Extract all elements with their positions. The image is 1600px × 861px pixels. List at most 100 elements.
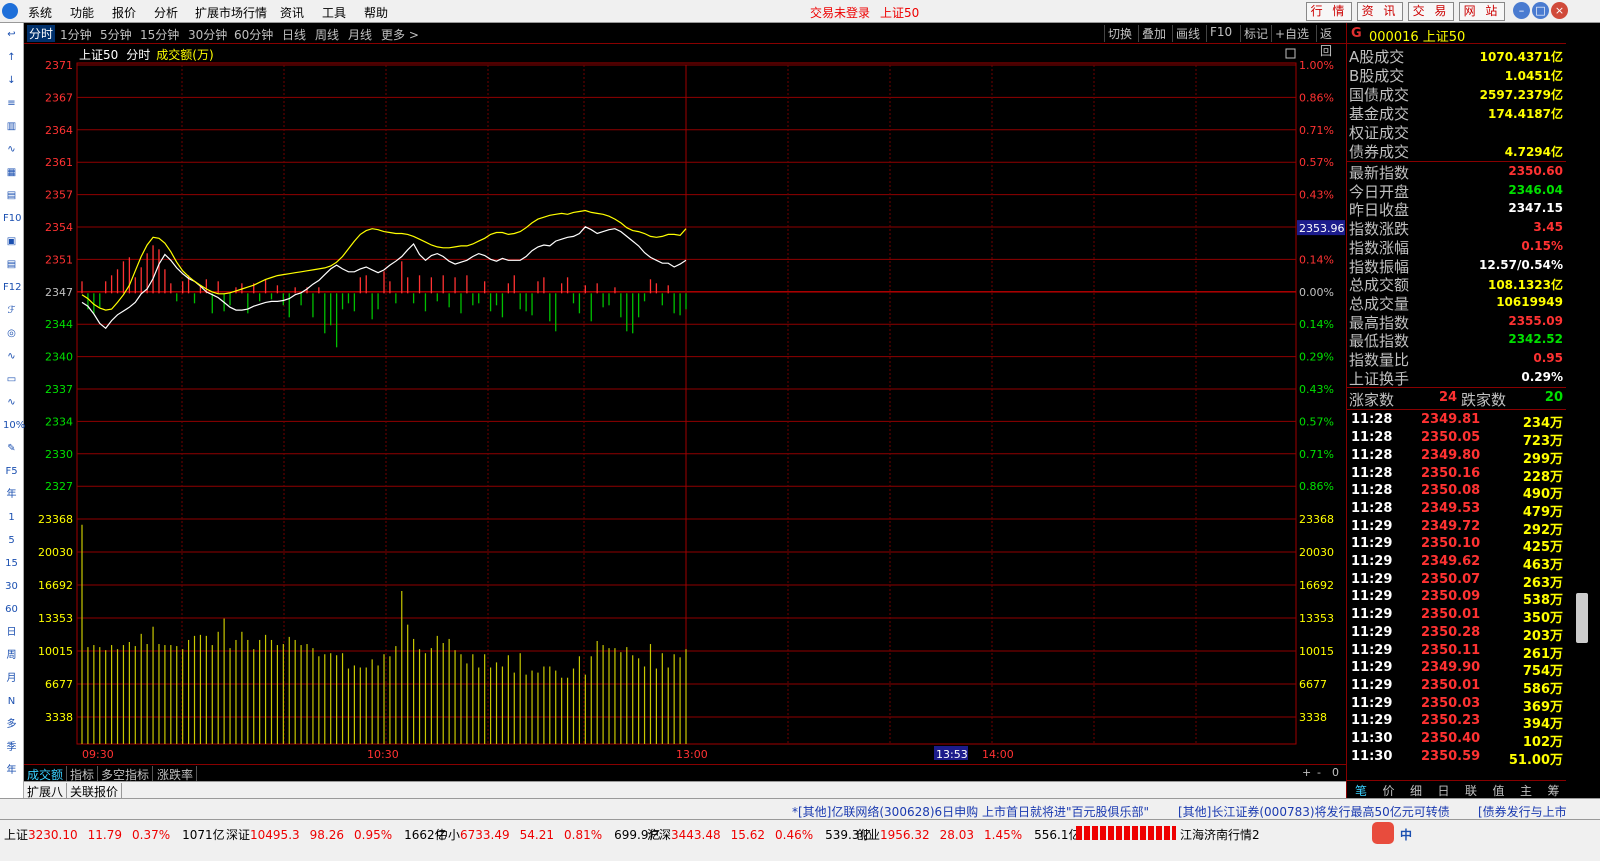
side-tool-icon[interactable]: ▣ xyxy=(3,233,20,250)
zoom-control[interactable]: - xyxy=(1317,766,1321,779)
panel-tab[interactable]: 笔 xyxy=(1355,782,1367,799)
side-tool-icon[interactable]: F5 xyxy=(3,463,20,480)
volume-tick-label: 23368 xyxy=(38,513,73,526)
period-tab[interactable]: 15分钟 xyxy=(140,26,179,43)
side-tool-icon[interactable]: 季 xyxy=(3,739,20,756)
tick-volume: 102万 xyxy=(1522,735,1563,750)
panel-tab[interactable]: 细 xyxy=(1410,782,1422,799)
intraday-chart[interactable]: 2371 1.00% 2367 0.86% 2364 0.71% 2361 0.57% 2357… xyxy=(24,44,1346,764)
period-tab[interactable]: 分时 xyxy=(27,25,56,42)
side-tool-icon[interactable]: F10 xyxy=(3,210,21,227)
period-tab[interactable]: 5分钟 xyxy=(100,26,132,43)
menu-help[interactable]: 帮助 xyxy=(364,4,388,21)
sogou-logo-icon[interactable] xyxy=(1372,822,1394,844)
scroll-handle[interactable] xyxy=(1576,593,1588,643)
side-tool-icon[interactable]: ↩ xyxy=(3,26,20,43)
pct-tick-label: 0.57% xyxy=(1299,415,1334,428)
panel-tab[interactable]: 日 xyxy=(1438,782,1450,799)
side-tool-icon[interactable]: ↑ xyxy=(3,49,20,66)
side-tool-icon[interactable]: ✎ xyxy=(3,440,20,457)
tick-row: 11:28 2349.80 299万 xyxy=(1351,448,1565,467)
index-summary[interactable]: 创业1956.32 28.03 1.45% 556.1亿 xyxy=(856,826,1080,843)
chart-tool-button[interactable]: F10 xyxy=(1206,25,1235,42)
close-icon[interactable]: × xyxy=(1551,2,1568,19)
period-tab[interactable]: 日线 xyxy=(282,26,306,43)
period-tab[interactable]: 更多 > xyxy=(381,26,419,43)
side-tool-icon[interactable]: ▥ xyxy=(3,118,20,135)
news-item[interactable]: [其他]长江证券(000783)将发行最高50亿元可转债 xyxy=(1178,803,1450,820)
menu-quote[interactable]: 报价 xyxy=(112,4,136,21)
panel-tab[interactable]: 值 xyxy=(1493,782,1505,799)
side-tool-icon[interactable]: ▤ xyxy=(3,187,20,204)
period-tab[interactable]: 月线 xyxy=(348,26,372,43)
maximize-icon[interactable]: □ xyxy=(1532,2,1549,19)
tick-time: 11:29 xyxy=(1351,660,1393,676)
chart-tool-button[interactable]: 标记 xyxy=(1240,25,1271,42)
menu-system[interactable]: 系统 xyxy=(28,4,52,21)
side-tool-icon[interactable]: 日 xyxy=(3,624,20,641)
zoom-control[interactable]: + xyxy=(1302,766,1311,779)
side-tool-icon[interactable]: 10% xyxy=(3,417,25,434)
side-tool-icon[interactable]: 年 xyxy=(3,762,20,779)
side-tool-icon[interactable]: F12 xyxy=(3,279,21,296)
side-tool-icon[interactable]: N xyxy=(3,693,20,710)
index-summary[interactable]: 沪深3443.48 15.62 0.46% 539.3亿 xyxy=(647,826,871,843)
menu-news[interactable]: 资讯 xyxy=(280,4,304,21)
side-tool-icon[interactable]: ▦ xyxy=(3,164,20,181)
period-tab[interactable]: 1分钟 xyxy=(60,26,92,43)
side-tool-icon[interactable]: ◎ xyxy=(3,325,20,342)
menu-function[interactable]: 功能 xyxy=(70,4,94,21)
side-tool-icon[interactable]: 1 xyxy=(3,509,20,526)
side-tool-icon[interactable]: ∿ xyxy=(3,348,20,365)
news-item[interactable]: [债券发行与上市 xyxy=(1478,803,1567,820)
side-tool-icon[interactable]: ≡ xyxy=(3,95,20,112)
period-tab[interactable]: 30分钟 xyxy=(188,26,227,43)
tick-price: 2349.81 xyxy=(1421,412,1481,428)
panel-tabs: 笔价细日联值主筹 xyxy=(1347,780,1567,798)
side-tool-icon[interactable]: 15 xyxy=(3,555,20,572)
chart-tool-button[interactable]: 画线 xyxy=(1172,25,1203,42)
chart-tool-button[interactable]: +自选 xyxy=(1271,25,1312,42)
menu-analysis[interactable]: 分析 xyxy=(154,4,178,21)
maximize-chart-icon[interactable] xyxy=(1285,48,1296,59)
period-tab[interactable]: 60分钟 xyxy=(234,26,273,43)
side-tool-icon[interactable]: 周 xyxy=(3,647,20,664)
website-button[interactable]: 网 站 xyxy=(1459,2,1505,21)
chart-tool-button[interactable]: 切换 xyxy=(1104,25,1135,42)
side-tool-icon[interactable]: ℱ xyxy=(3,302,20,319)
panel-tab[interactable]: 价 xyxy=(1383,782,1395,799)
side-tool-icon[interactable]: ▭ xyxy=(3,371,20,388)
panel-tab[interactable]: 主 xyxy=(1520,782,1532,799)
minimize-icon[interactable]: – xyxy=(1513,2,1530,19)
panel-tab[interactable]: 筹 xyxy=(1548,782,1560,799)
side-tool-icon[interactable]: ↓ xyxy=(3,72,20,89)
menu-tools[interactable]: 工具 xyxy=(322,4,346,21)
side-tool-icon[interactable]: ▤ xyxy=(3,256,20,273)
zoom-control[interactable]: 0 xyxy=(1332,766,1339,779)
side-tool-icon[interactable]: ∿ xyxy=(3,141,20,158)
index-summary[interactable]: 中小6733.49 54.21 0.81% 699.9亿 xyxy=(436,826,660,843)
side-tool-icon[interactable]: ∿ xyxy=(3,394,20,411)
index-summary[interactable]: 深证10495.3 98.26 0.95% 1662亿 xyxy=(226,826,447,843)
side-tool-icon[interactable]: 60 xyxy=(3,601,20,618)
chart-canvas[interactable]: 2371 1.00% 2367 0.86% 2364 0.71% 2361 0.57% 2357… xyxy=(24,44,1346,764)
news-button[interactable]: 资 讯 xyxy=(1357,2,1403,21)
panel-tab[interactable]: 联 xyxy=(1465,782,1477,799)
menu-extended-market[interactable]: 扩展市场行情 xyxy=(195,4,267,21)
index-summary[interactable]: 上证3230.10 11.79 0.37% 1071亿 xyxy=(4,826,225,843)
side-tool-icon[interactable]: 年 xyxy=(3,486,20,503)
side-tool-icon[interactable]: 5 xyxy=(3,532,20,549)
chart-header: 上证50 分时 成交额(万) xyxy=(79,47,214,62)
chart-tool-button[interactable]: 返回 xyxy=(1316,25,1346,58)
period-tab[interactable]: 周线 xyxy=(315,26,339,43)
trade-button[interactable]: 交 易 xyxy=(1408,2,1454,21)
side-tool-icon[interactable]: 月 xyxy=(3,670,20,687)
volume-tick-label: 13353 xyxy=(38,612,73,625)
stat-value: 4.7294亿 xyxy=(1504,145,1563,159)
chart-tool-button[interactable]: 叠加 xyxy=(1138,25,1169,42)
news-item[interactable]: *[其他]亿联网络(300628)6日申购 上市首日就将进"百元股俱乐部" xyxy=(792,803,1149,820)
side-tool-icon[interactable]: 30 xyxy=(3,578,20,595)
side-tool-icon[interactable]: 多 xyxy=(3,716,20,733)
quote-button[interactable]: 行 情 xyxy=(1306,2,1352,21)
ime-indicator[interactable]: 中 xyxy=(1400,826,1412,843)
